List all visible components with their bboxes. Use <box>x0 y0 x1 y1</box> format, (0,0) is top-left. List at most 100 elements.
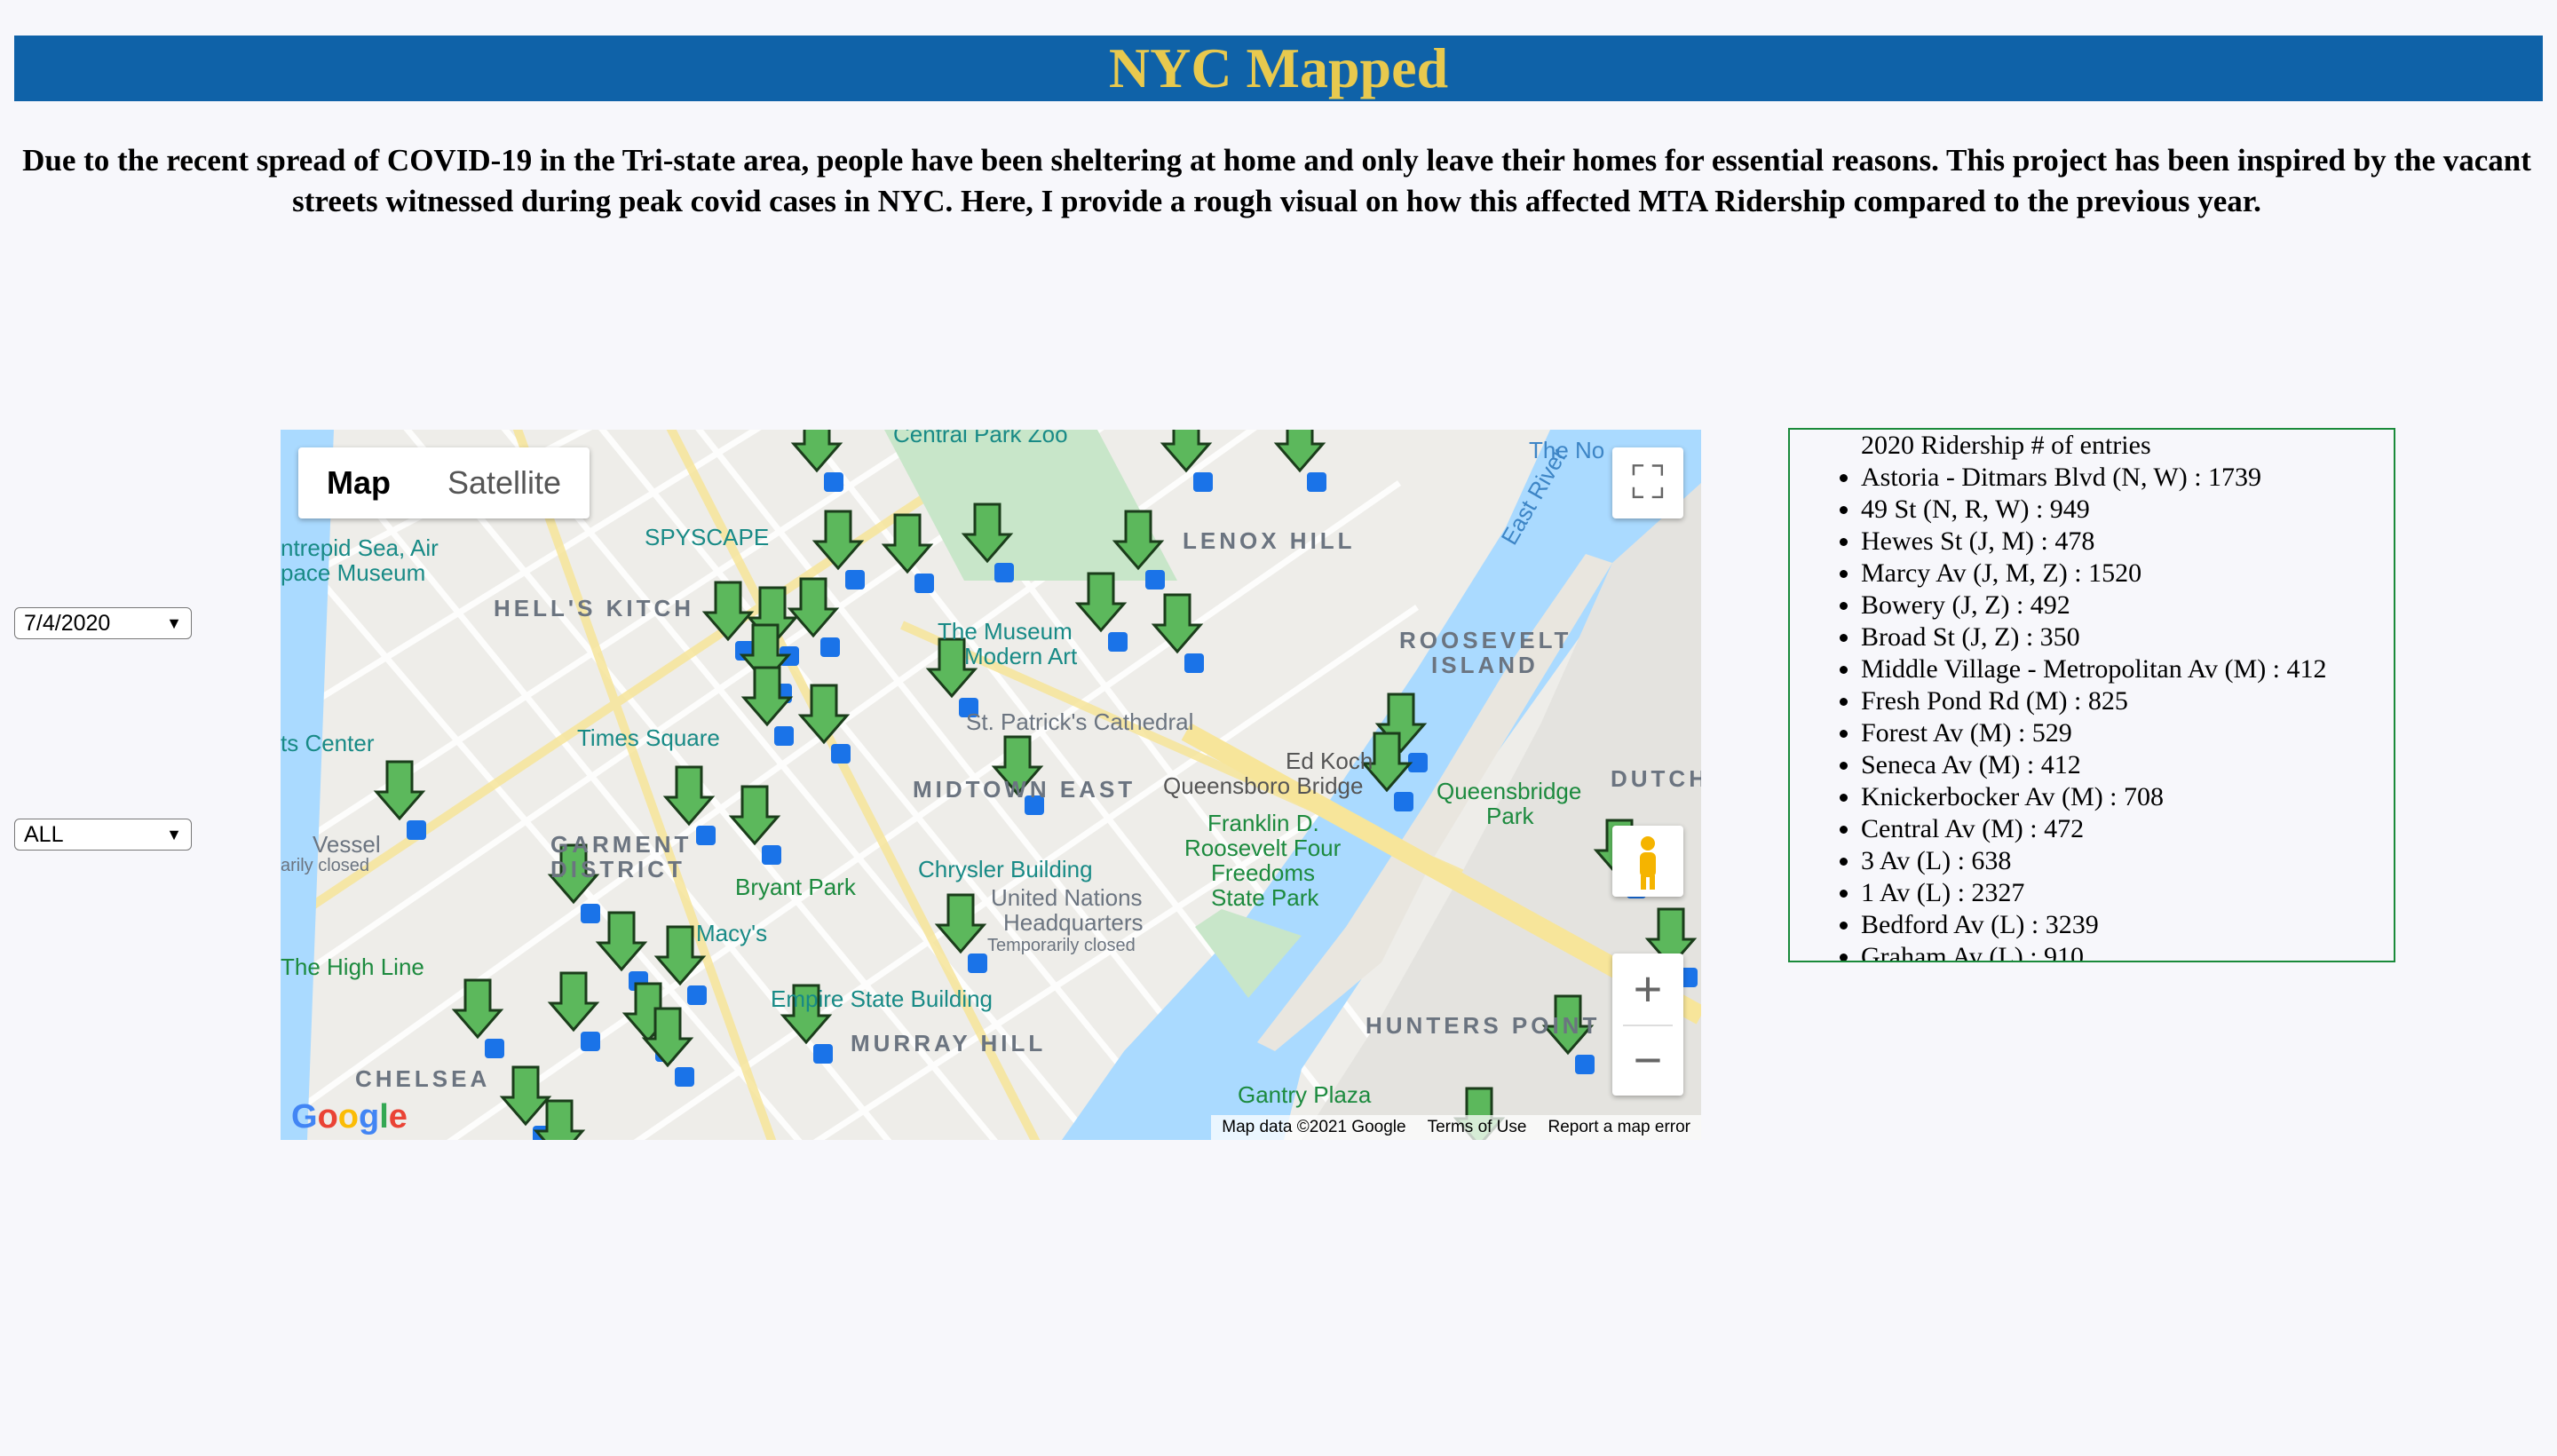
subway-icon <box>1108 632 1128 652</box>
label-intrepid: ntrepid Sea, Air <box>281 534 439 561</box>
subway-icon <box>1145 570 1165 590</box>
label-un: United Nations <box>991 884 1143 911</box>
subway-icon <box>968 954 987 973</box>
zoom-out-button[interactable]: − <box>1612 1025 1683 1096</box>
map-type-control[interactable]: Map Satellite <box>298 447 590 518</box>
report-map-error-link[interactable]: Report a map error <box>1548 1118 1690 1137</box>
label-queensboro-bridge: Queensboro Bridge <box>1163 772 1364 799</box>
ridership-title: 2020 Ridership # of entries <box>1861 431 2151 460</box>
label-garment-district-2: DISTRICT <box>550 856 685 882</box>
label-hunters-point: HUNTERS POINT <box>1366 1012 1601 1039</box>
map-attribution: Map data ©2021 Google Terms of Use Repor… <box>1211 1115 1701 1140</box>
list-item: Seneca Av (M) : 412 <box>1861 749 2394 781</box>
label-roosevelt-island: ROOSEVELT <box>1399 627 1572 653</box>
label-chrysler: Chrysler Building <box>918 856 1093 882</box>
label-hells-kitchen: HELL'S KITCH <box>494 595 695 621</box>
label-queensbridge-park: Queensbridge <box>1437 778 1582 804</box>
list-item: 49 St (N, R, W) : 949 <box>1861 494 2394 526</box>
zoom-in-button[interactable]: + <box>1612 954 1683 1025</box>
label-vessel-closed: arily closed <box>281 856 370 875</box>
label-empire-state: Empire State Building <box>771 985 994 1012</box>
label-moma-2: Modern Art <box>964 643 1078 669</box>
date-select-value: 7/4/2020 <box>24 610 111 636</box>
subway-icon <box>914 574 934 593</box>
subway-icon <box>1193 472 1213 492</box>
label-dutch: DUTCH <box>1611 765 1701 792</box>
label-times-square: Times Square <box>577 724 720 751</box>
list-item: Broad St (J, Z) : 350 <box>1861 621 2394 653</box>
chevron-down-icon: ▼ <box>166 825 182 843</box>
subway-icon <box>675 1067 694 1087</box>
subway-icon <box>994 563 1014 582</box>
subway-icon <box>581 1032 600 1051</box>
list-item: Central Av (M) : 472 <box>1861 813 2394 845</box>
label-murray-hill: MURRAY HILL <box>851 1030 1047 1056</box>
label-lenox-hill: LENOX HILL <box>1183 527 1356 554</box>
page-title: NYC Mapped <box>1108 36 1449 99</box>
list-item: 3 Av (L) : 638 <box>1861 845 2394 877</box>
map-data-text: Map data ©2021 Google <box>1222 1118 1406 1136</box>
label-fdr-park: Franklin D. <box>1207 810 1319 836</box>
list-item: Fresh Pond Rd (M) : 825 <box>1861 685 2394 717</box>
subway-icon <box>1307 472 1326 492</box>
zoom-divider <box>1623 1025 1673 1026</box>
street-view-pegman-button[interactable] <box>1612 826 1683 897</box>
label-roosevelt-island-2: ISLAND <box>1431 652 1539 678</box>
subway-icon <box>687 985 707 1005</box>
subway-icon <box>485 1039 504 1058</box>
subway-icon <box>407 820 426 840</box>
map-type-map-button[interactable]: Map <box>298 447 419 518</box>
google-logo: Google <box>291 1098 408 1136</box>
subway-icon <box>774 726 794 746</box>
list-item: Forest Av (M) : 529 <box>1861 717 2394 749</box>
terms-of-use-link[interactable]: Terms of Use <box>1428 1118 1527 1137</box>
subway-icon <box>581 904 600 923</box>
label-un-2: Headquarters <box>1003 909 1144 936</box>
list-item: Graham Av (L) : 910 <box>1861 941 2394 961</box>
label-fdr-park-4: State Park <box>1211 884 1319 911</box>
map-type-satellite-button[interactable]: Satellite <box>419 447 590 518</box>
subway-icon <box>1394 792 1413 811</box>
label-vessel: Vessel <box>313 831 381 858</box>
label-spyscape: SPYSCAPE <box>645 524 770 550</box>
zoom-control[interactable]: + − <box>1612 954 1683 1096</box>
subway-icon <box>824 472 843 492</box>
fullscreen-button[interactable]: ⛶ <box>1612 447 1683 518</box>
label-queensbridge-park-2: Park <box>1486 803 1534 829</box>
label-ed-koch: Ed Koch <box>1286 748 1373 774</box>
map[interactable]: Central Park Zoo SPYSCAPE ntrepid Sea, A… <box>281 430 1701 1140</box>
ridership-panel[interactable]: 2020 Ridership # of entries Astoria - Di… <box>1788 428 2395 962</box>
label-garment-district: GARMENT <box>550 831 693 858</box>
subway-icon <box>1184 653 1204 673</box>
list-item: Bedford Av (L) : 3239 <box>1861 909 2394 941</box>
label-midtown-east: MIDTOWN EAST <box>913 776 1136 803</box>
list-item: 1 Av (L) : 2327 <box>1861 877 2394 909</box>
chevron-down-icon: ▼ <box>166 613 182 632</box>
subway-icon <box>845 570 865 590</box>
label-fdr-park-3: Freedoms <box>1211 859 1316 886</box>
subway-icon <box>813 1044 833 1064</box>
list-item: Hewes St (J, M) : 478 <box>1861 526 2394 558</box>
subway-icon <box>831 744 851 764</box>
subway-icon <box>696 826 716 845</box>
line-select[interactable]: ALL ▼ <box>14 819 192 851</box>
ridership-list: Astoria - Ditmars Blvd (N, W) : 1739 49 … <box>1790 462 2394 961</box>
subway-icon <box>820 637 840 657</box>
label-fdr-park-2: Roosevelt Four <box>1184 835 1342 861</box>
label-un-closed: Temporarily closed <box>987 936 1136 955</box>
label-high-line: The High Line <box>281 954 424 980</box>
list-item: Marcy Av (J, M, Z) : 1520 <box>1861 558 2394 590</box>
label-central-park-zoo: Central Park Zoo <box>893 430 1068 447</box>
date-select[interactable]: 7/4/2020 ▼ <box>14 607 192 639</box>
label-gantry: Gantry Plaza <box>1238 1081 1372 1108</box>
label-the-no: The No <box>1529 437 1605 463</box>
list-item: Bowery (J, Z) : 492 <box>1861 590 2394 621</box>
intro-text: Due to the recent spread of COVID-19 in … <box>22 143 2531 218</box>
fullscreen-icon: ⛶ <box>1631 457 1665 509</box>
list-item: Astoria - Ditmars Blvd (N, W) : 1739 <box>1861 462 2394 494</box>
label-st-patricks: St. Patrick's Cathedral <box>966 708 1194 735</box>
header-bar: NYC Mapped <box>14 36 2543 101</box>
label-bryant-park: Bryant Park <box>735 874 856 900</box>
label-macys: Macy's <box>696 920 768 946</box>
subway-icon <box>1575 1055 1595 1074</box>
